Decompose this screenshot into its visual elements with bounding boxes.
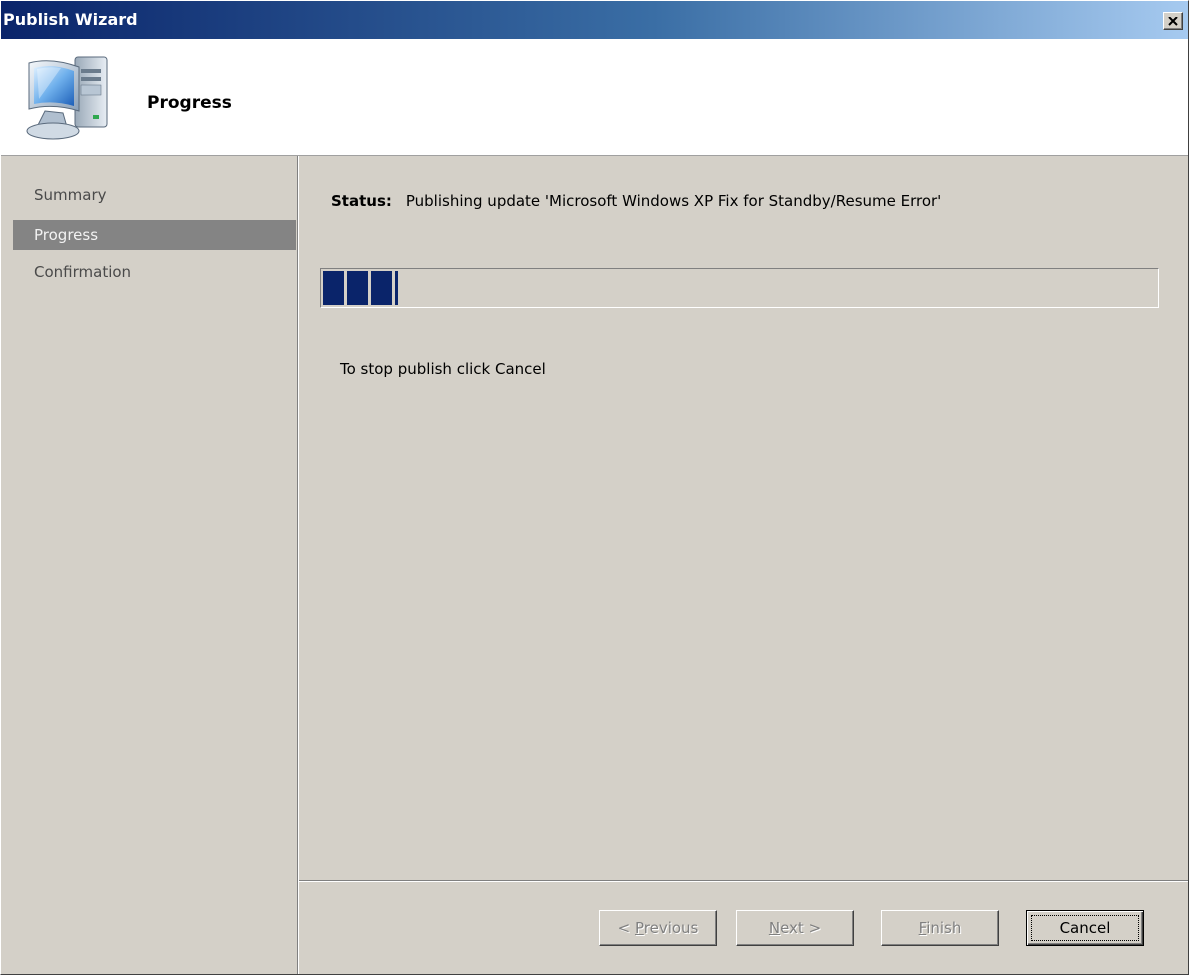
next-button-rest: ext >	[780, 919, 822, 937]
progress-track	[323, 271, 1156, 305]
cancel-focus-rect: Cancel	[1031, 915, 1139, 941]
previous-button-rest: revious	[643, 919, 699, 937]
sidebar-item-summary[interactable]: Summary	[13, 180, 296, 210]
publish-wizard-window: Publish Wizard Progress Summary Progress…	[0, 0, 1189, 975]
sidebar-item-progress[interactable]: Progress	[13, 220, 296, 250]
progress-bar	[320, 268, 1159, 308]
close-button[interactable]	[1163, 12, 1183, 30]
wizard-content: Status: Publishing update 'Microsoft Wind…	[299, 156, 1188, 881]
status-text: Publishing update 'Microsoft Windows XP …	[405, 192, 942, 210]
sidebar-item-confirmation[interactable]: Confirmation	[13, 257, 296, 287]
next-button[interactable]: Next >	[736, 910, 854, 946]
close-icon	[1168, 16, 1178, 26]
progress-fill	[323, 271, 398, 305]
cancel-button-label: Cancel	[1059, 919, 1111, 937]
status-label: Status:	[331, 192, 392, 210]
window-title: Publish Wizard	[3, 10, 138, 29]
wizard-steps-sidebar: Summary Progress Confirmation	[1, 156, 297, 974]
finish-button-rest: inish	[926, 919, 962, 937]
button-bar: < Previous Next > Finish Cancel	[299, 880, 1188, 974]
page-title: Progress	[147, 93, 232, 113]
cancel-hint: To stop publish click Cancel	[340, 360, 546, 378]
previous-button-mnemonic: P	[634, 919, 644, 937]
computer-monitor-icon	[26, 56, 108, 140]
title-bar[interactable]: Publish Wizard	[1, 1, 1188, 39]
next-button-mnemonic: N	[768, 919, 781, 937]
wizard-header: Progress	[1, 39, 1188, 156]
previous-button[interactable]: < Previous	[599, 910, 717, 946]
status-row: Status: Publishing update 'Microsoft Wind…	[331, 192, 941, 210]
cancel-button[interactable]: Cancel	[1026, 910, 1144, 946]
previous-button-prefix: <	[617, 919, 635, 937]
finish-button[interactable]: Finish	[881, 910, 999, 946]
